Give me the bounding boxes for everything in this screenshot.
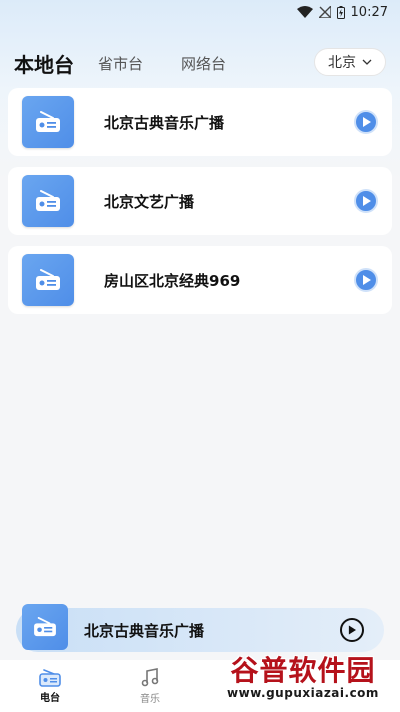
station-category-tabs: 本地台 省市台 网络台 北京 [14,48,386,78]
radio-icon [22,96,74,148]
play-button[interactable] [354,110,378,134]
play-button[interactable] [354,189,378,213]
radio-icon [22,604,68,650]
station-card[interactable]: 北京文艺广播 [8,167,392,235]
nav-label: 音乐 [140,693,160,705]
station-card[interactable]: 北京古典音乐广播 [8,88,392,156]
nav-item-radio[interactable]: 电台 [0,660,100,712]
nav-item-music[interactable]: 音乐 [100,660,200,712]
watermark: 谷普软件园 www.gupuxiazai.com [214,648,392,708]
tab-network[interactable]: 网络台 [181,53,226,74]
status-time: 10:27 [350,4,388,20]
station-name: 房山区北京经典969 [104,271,241,290]
nav-label: 电台 [40,692,60,704]
play-icon [362,196,371,206]
watermark-logo-text: 谷普软件园 [230,654,376,687]
station-list: 北京古典音乐广播 北京文艺广播 房山区北京经典969 [8,88,392,325]
city-select-value: 北京 [328,55,356,71]
no-signal-icon [318,6,331,18]
play-icon [362,275,371,285]
play-icon [362,117,371,127]
chevron-down-icon [362,59,372,65]
battery-icon [336,5,345,19]
status-bar: 10:27 [0,0,400,24]
station-name: 北京古典音乐广播 [104,113,225,132]
tab-local[interactable]: 本地台 [14,49,74,78]
station-card[interactable]: 房山区北京经典969 [8,246,392,314]
station-name: 北京文艺广播 [104,192,195,211]
now-playing-title: 北京古典音乐广播 [84,621,205,640]
wifi-icon [296,6,313,18]
play-icon [348,625,356,635]
radio-icon [22,254,74,306]
radio-icon [22,175,74,227]
mini-play-button[interactable] [340,618,364,642]
mini-player[interactable]: 北京古典音乐广播 [16,604,384,652]
watermark-url: www.gupuxiazai.com [227,686,379,700]
tab-provincial[interactable]: 省市台 [98,53,143,74]
play-button[interactable] [354,268,378,292]
radio-icon [39,668,61,687]
music-note-icon [141,667,159,686]
city-select[interactable]: 北京 [314,48,386,76]
